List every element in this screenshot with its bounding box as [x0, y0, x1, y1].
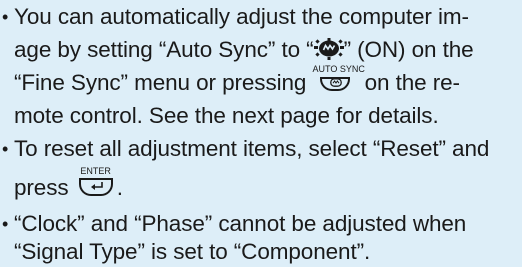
note-2-line-2: press ENTER . — [14, 166, 123, 201]
auto-sync-button: AUTO SYNC — [312, 64, 365, 96]
bullet: • — [2, 7, 9, 27]
instruction-notes: • You can automatically adjust the comput… — [0, 0, 522, 267]
bullet: • — [2, 214, 9, 234]
auto-sync-on-icon — [313, 38, 344, 61]
note-2-line-1: • To reset all adjustment items, select “… — [2, 136, 490, 161]
auto-sync-key-icon — [330, 78, 343, 87]
note-1-line-1: • You can automatically adjust the comput… — [2, 4, 469, 29]
enter-button: ENTER — [75, 166, 117, 201]
bullet: • — [2, 139, 9, 159]
enter-key-icon — [90, 182, 103, 190]
note-3-line-2: “Signal Type” is set to “Component”. — [14, 239, 371, 264]
note-1-line-4: mote control. See the next page for deta… — [14, 103, 439, 128]
note-1-line-3: “Fine Sync” menu or pressing AUTO SYNC o… — [14, 64, 460, 96]
note-3-line-1: • “Clock” and “Phase” cannot be adjusted … — [2, 211, 467, 236]
note-1-line-2: age by setting “Auto Sync” to “ ” (ON) o… — [14, 37, 474, 62]
